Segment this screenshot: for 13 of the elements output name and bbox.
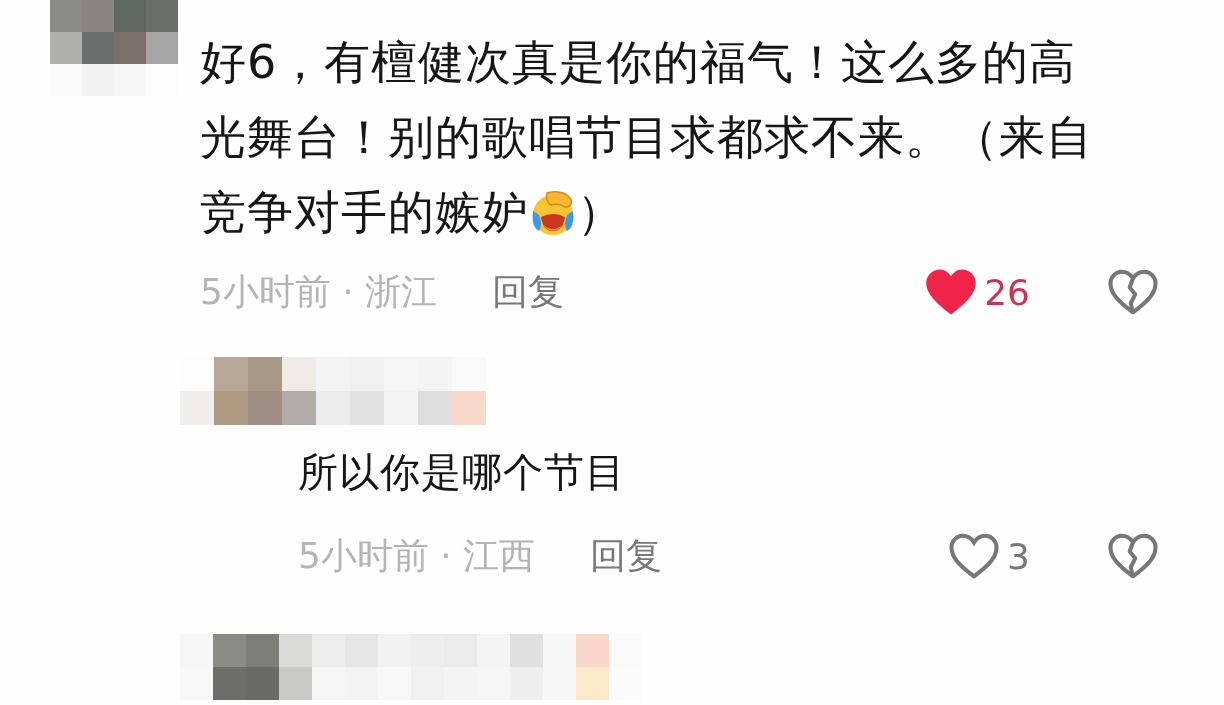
reply-link[interactable]: 回复 — [492, 267, 565, 317]
reply-link[interactable]: 回复 — [590, 531, 663, 581]
broken-heart-icon[interactable] — [1106, 531, 1160, 581]
like-count: 3 — [1007, 535, 1030, 577]
comment-text: 光舞台！别的歌唱节目求都求不来。（来自 — [200, 109, 1093, 166]
comment-text: ） — [577, 184, 624, 241]
broken-heart-icon[interactable] — [1106, 267, 1160, 317]
like-count: 26 — [984, 271, 1030, 313]
timestamp-location: 5小时前 · 江西 — [298, 533, 536, 578]
comment-text: 所以你是哪个节目 — [298, 448, 626, 497]
comment-text: 竞争对手的嫉妒 — [200, 184, 529, 241]
comment-text: 好6，有檀健次真是你的福气！这么多的高 — [200, 34, 1077, 91]
timestamp-location: 5小时前 · 浙江 — [200, 269, 438, 314]
